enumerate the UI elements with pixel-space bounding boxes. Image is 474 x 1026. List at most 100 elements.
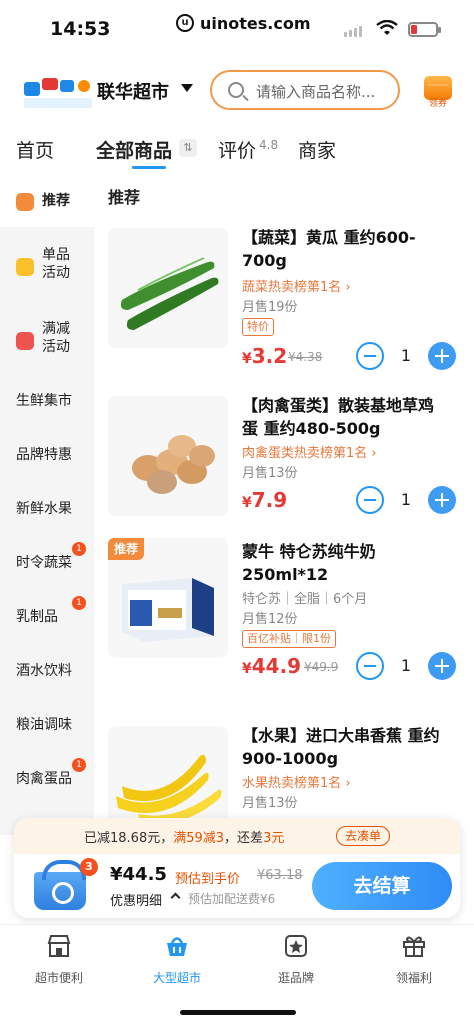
- discount-detail-link[interactable]: 优惠明细: [110, 890, 162, 909]
- product-tag: 百亿补贴｜限1份: [242, 630, 336, 648]
- sidebar-item-dairy[interactable]: 乳制品 1: [0, 596, 94, 628]
- sidebar-item-label: 品牌特惠: [16, 447, 72, 463]
- product-image[interactable]: [108, 396, 228, 516]
- url-pill: u uinotes.com: [176, 10, 311, 36]
- increase-button[interactable]: [428, 652, 456, 680]
- cart-count-badge: 3: [80, 858, 98, 876]
- search-input[interactable]: 请输入商品名称...: [210, 70, 400, 110]
- nav-brands[interactable]: 逛品牌: [246, 933, 346, 986]
- basket-nav-icon: [167, 937, 187, 956]
- estimate-label: 预估到手价: [175, 872, 241, 887]
- promo-strip: 已减18.68元，满59减3，还差3元 去凑单: [14, 818, 460, 854]
- product-card[interactable]: 【水果】进口大串香蕉 重约900-1000g 水果热卖榜第1名 › 月售13份: [94, 722, 474, 826]
- sidebar-item-grain-oil[interactable]: 粮油调味: [0, 716, 94, 736]
- tab-all-products[interactable]: 全部商品: [96, 136, 172, 163]
- original-price: ¥49.9: [304, 660, 339, 674]
- product-rank[interactable]: 水果热卖榜第1名 ›: [242, 772, 351, 791]
- product-rank[interactable]: 蔬菜热卖榜第1名 ›: [242, 276, 351, 295]
- tab-home[interactable]: 首页: [16, 136, 54, 163]
- nav-convenience[interactable]: 超市便利: [9, 933, 109, 986]
- status-bar: 14:53 u uinotes.com: [0, 0, 474, 60]
- sidebar-item-label: 新鲜水果: [16, 501, 72, 517]
- discount-icon: [16, 332, 34, 350]
- promo-saved: 已减18.68元，: [84, 831, 174, 846]
- rank-text: 水果热卖榜第1名: [242, 776, 342, 791]
- coupon-button[interactable]: 领券: [424, 76, 452, 109]
- sidebar-item-fruit[interactable]: 新鲜水果: [0, 500, 94, 520]
- sidebar-item-vegetables[interactable]: 时令蔬菜 1: [0, 542, 94, 574]
- nav-benefits[interactable]: 领福利: [364, 933, 464, 986]
- product-image[interactable]: [108, 228, 228, 348]
- sidebar-item-label: 单品 活动: [42, 247, 70, 281]
- cart-total: ¥44.5: [110, 864, 167, 885]
- increase-button[interactable]: [428, 342, 456, 370]
- product-sales: 月售13份: [242, 796, 298, 811]
- quantity-value: 1: [400, 346, 412, 365]
- tab-merchant[interactable]: 商家: [298, 136, 336, 163]
- sidebar-item-fresh[interactable]: 生鲜集市: [0, 392, 94, 412]
- sidebar-item-meat-egg[interactable]: 肉禽蛋品 1: [0, 758, 94, 790]
- store-logo: [24, 78, 92, 108]
- original-price: ¥4.38: [288, 350, 323, 364]
- add-more-button[interactable]: 去凑单: [336, 826, 391, 846]
- sidebar-item-label: 酒水饮料: [16, 663, 72, 679]
- nav-label: 大型超市: [152, 971, 201, 985]
- product-rank[interactable]: 肉禽蛋类热卖榜第1名 ›: [242, 442, 377, 461]
- url-text: uinotes.com: [200, 13, 311, 33]
- promo-text: 已减18.68元，满59减3，还差3元: [84, 827, 284, 846]
- decrease-button[interactable]: [356, 342, 384, 370]
- section-title: 推荐: [108, 188, 141, 207]
- price-currency: ¥: [242, 495, 252, 511]
- checkout-button[interactable]: 去结算: [312, 862, 452, 910]
- tab-reviews[interactable]: 评价: [218, 136, 256, 163]
- search-placeholder: 请输入商品名称...: [256, 83, 376, 101]
- sidebar-item-single-promo[interactable]: 单品 活动: [0, 246, 94, 286]
- nav-label: 逛品牌: [277, 971, 314, 985]
- decrease-button[interactable]: [356, 486, 384, 514]
- quantity-value: 1: [400, 490, 412, 509]
- store-header: 联华超市 请输入商品名称... 领券: [0, 60, 474, 122]
- chevron-down-icon[interactable]: [181, 84, 193, 92]
- product-card[interactable]: 【肉禽蛋类】散装基地草鸡蛋 重约480-500g 肉禽蛋类热卖榜第1名 › 月售…: [94, 392, 474, 522]
- nav-supermarket[interactable]: 大型超市: [127, 933, 227, 986]
- eggs-image: [108, 396, 228, 516]
- product-card[interactable]: 【蔬菜】黄瓜 重约600-700g 蔬菜热卖榜第1名 › 月售19份 特价 ¥3…: [94, 224, 474, 374]
- sidebar-item-drinks[interactable]: 酒水饮料: [0, 662, 94, 682]
- sidebar-item-label: 乳制品: [16, 609, 58, 625]
- product-name[interactable]: 【蔬菜】黄瓜 重约600-700g: [242, 226, 442, 272]
- price-currency: ¥: [242, 661, 252, 677]
- wifi-icon: [376, 20, 398, 35]
- home-indicator: [180, 1010, 296, 1015]
- store-icon: [47, 935, 71, 957]
- product-name[interactable]: 蒙牛 特仑苏纯牛奶250ml*12: [242, 540, 442, 586]
- increase-button[interactable]: [428, 486, 456, 514]
- sidebar-item-discount-promo[interactable]: 满减 活动: [0, 320, 94, 360]
- product-spec: 特仑苏｜全脂｜6个月: [242, 592, 368, 607]
- store-tabs: 首页 全部商品 ⇅ 评价 4.8 商家: [0, 128, 474, 172]
- gift-icon: [403, 936, 425, 957]
- product-sales: 月售13份: [242, 466, 298, 481]
- store-name[interactable]: 联华超市: [97, 78, 169, 104]
- nav-label: 超市便利: [34, 971, 83, 985]
- product-name[interactable]: 【肉禽蛋类】散装基地草鸡蛋 重约480-500g: [242, 394, 442, 440]
- product-price: ¥44.9: [242, 654, 301, 678]
- cart-icon[interactable]: 3: [34, 858, 98, 912]
- status-time: 14:53: [50, 18, 111, 40]
- promo-gap-label: ，还差: [224, 831, 264, 846]
- promo-gap: 3元: [263, 831, 285, 846]
- product-name[interactable]: 【水果】进口大串香蕉 重约900-1000g: [242, 724, 442, 770]
- promo-rule: 满59减3: [173, 831, 225, 846]
- sidebar-item-brand[interactable]: 品牌特惠: [0, 446, 94, 466]
- sort-icon[interactable]: ⇅: [179, 139, 197, 157]
- price-currency: ¥: [242, 351, 252, 367]
- search-icon: [228, 82, 244, 98]
- count-badge: 1: [72, 596, 86, 610]
- site-icon: u: [176, 14, 194, 32]
- product-card[interactable]: 蒙牛 特仑苏纯牛奶250ml*12 特仑苏｜全脂｜6个月 月售12份 百亿补贴｜…: [94, 538, 474, 688]
- sidebar-item-recommend[interactable]: 推荐: [0, 191, 94, 213]
- thumb-up-icon: [16, 193, 34, 211]
- price-value: 3.2: [251, 344, 288, 368]
- sidebar-item-label: 满减 活动: [42, 321, 70, 355]
- product-image[interactable]: [108, 726, 228, 826]
- decrease-button[interactable]: [356, 652, 384, 680]
